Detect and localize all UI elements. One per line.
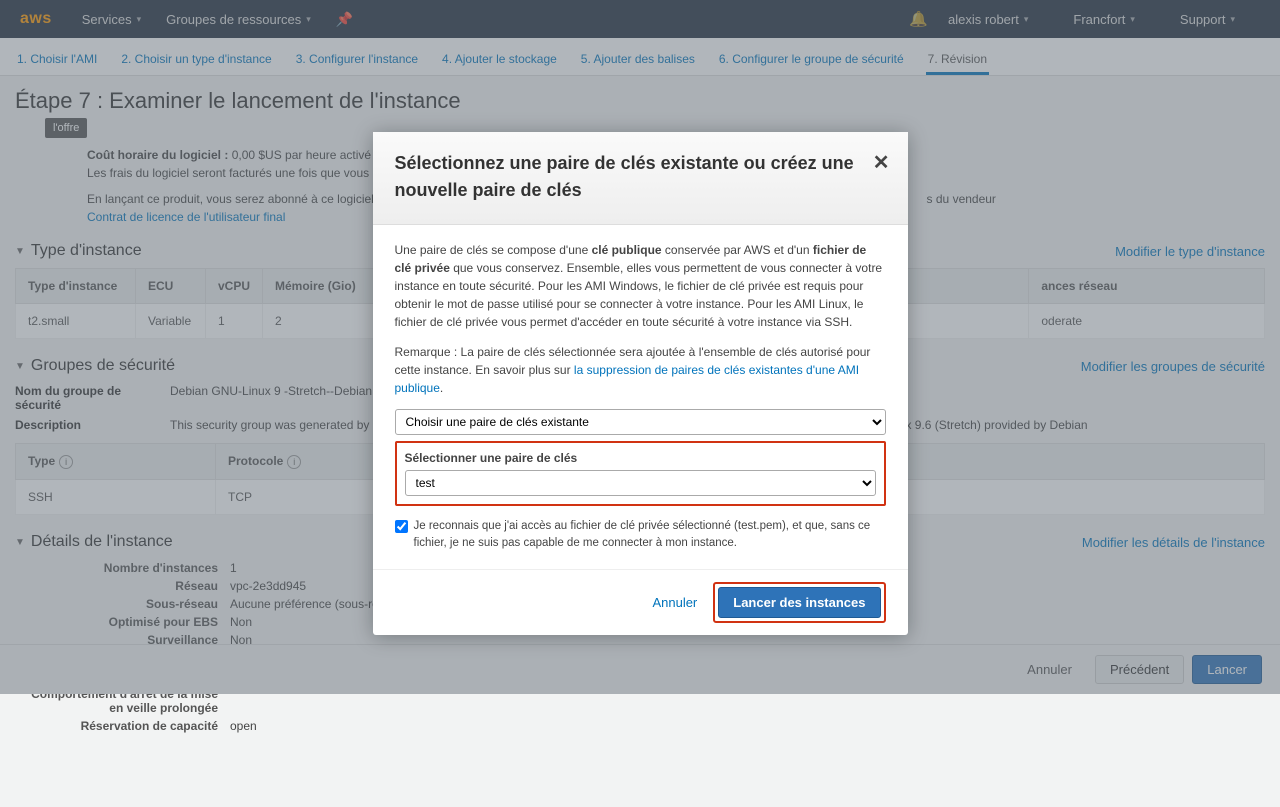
modal-overlay: ✕ Sélectionnez une paire de clés existan… [0, 0, 1280, 694]
acknowledge-text: Je reconnais que j'ai accès au fichier d… [414, 518, 886, 553]
acknowledge-checkbox[interactable] [395, 520, 408, 533]
modal-title: Sélectionnez une paire de clés existante… [395, 150, 886, 204]
launch-instances-button[interactable]: Lancer des instances [718, 587, 880, 618]
modal-description-1: Une paire de clés se compose d'une clé p… [395, 241, 886, 331]
detail-row: Réservation de capacitéopen [15, 717, 1265, 735]
keypair-select-highlight: Sélectionner une paire de clés test [395, 441, 886, 506]
launch-highlight: Lancer des instances [713, 582, 885, 623]
keypair-select-label: Sélectionner une paire de clés [405, 449, 876, 467]
modal-description-2: Remarque : La paire de clés sélectionnée… [395, 343, 886, 397]
keypair-modal: ✕ Sélectionnez une paire de clés existan… [373, 132, 908, 635]
modal-cancel-button[interactable]: Annuler [652, 595, 697, 610]
detail-value: open [230, 719, 257, 733]
detail-key: Réservation de capacité [15, 719, 230, 733]
keypair-select[interactable]: test [405, 470, 876, 496]
keypair-mode-select[interactable]: Choisir une paire de clés existante [395, 409, 886, 435]
close-icon[interactable]: ✕ [873, 150, 890, 175]
